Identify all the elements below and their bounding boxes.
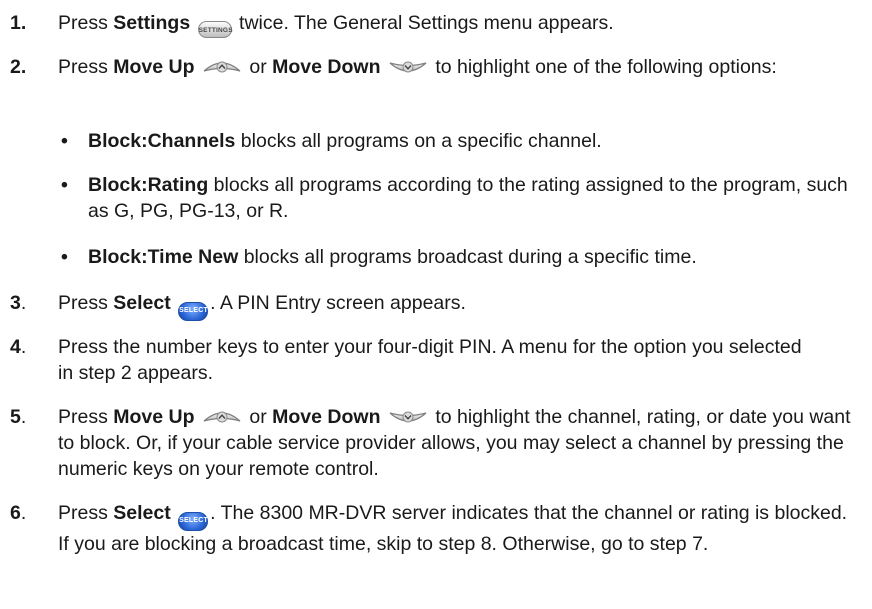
step-3: 3. Press Select SELECT. A PIN Entry scre… bbox=[10, 290, 466, 321]
move-up-label: Move Up bbox=[113, 406, 195, 428]
step-number: 2. bbox=[10, 56, 27, 78]
bullet-dot: • bbox=[61, 246, 68, 268]
bullet-block-rating: • Block:Rating blocks all programs accor… bbox=[61, 174, 848, 222]
step-number: 4 bbox=[10, 336, 21, 358]
bullet-dot: • bbox=[61, 130, 68, 152]
step-5: 5. Press Move Up or Move Down to highlig… bbox=[10, 406, 851, 480]
step-1: 1. Press Settings SETTINGS twice. The Ge… bbox=[10, 10, 614, 38]
settings-button-icon: SETTINGS bbox=[197, 21, 233, 38]
step-2: 2. Press Move Up or Move Down to highlig… bbox=[10, 56, 777, 78]
select-button-icon: SELECT bbox=[178, 302, 209, 321]
move-up-label: Move Up bbox=[113, 56, 195, 78]
step-6: 6. Press Select SELECT. The 8300 MR-DVR … bbox=[10, 502, 848, 555]
move-down-icon bbox=[389, 61, 427, 73]
step-4: 4. Press the number keys to enter your f… bbox=[10, 336, 802, 384]
step-number: 6 bbox=[10, 502, 21, 524]
move-down-label: Move Down bbox=[272, 56, 381, 78]
move-up-icon bbox=[203, 411, 241, 423]
select-button-icon: SELECT bbox=[178, 512, 209, 531]
step-number: 5 bbox=[10, 406, 21, 428]
bullet-block-time: • Block:Time New blocks all programs bro… bbox=[61, 246, 697, 268]
move-down-icon bbox=[389, 411, 427, 423]
select-label: Select bbox=[113, 502, 171, 524]
step-number: 1. bbox=[10, 12, 27, 34]
step-number: 3 bbox=[10, 292, 21, 314]
bullet-dot: • bbox=[61, 174, 68, 196]
move-down-label: Move Down bbox=[272, 406, 381, 428]
bullet-block-channels: • Block:Channels blocks all programs on … bbox=[61, 130, 602, 152]
select-label: Select bbox=[113, 292, 171, 314]
settings-label: Settings bbox=[113, 12, 191, 34]
move-up-icon bbox=[203, 61, 241, 73]
